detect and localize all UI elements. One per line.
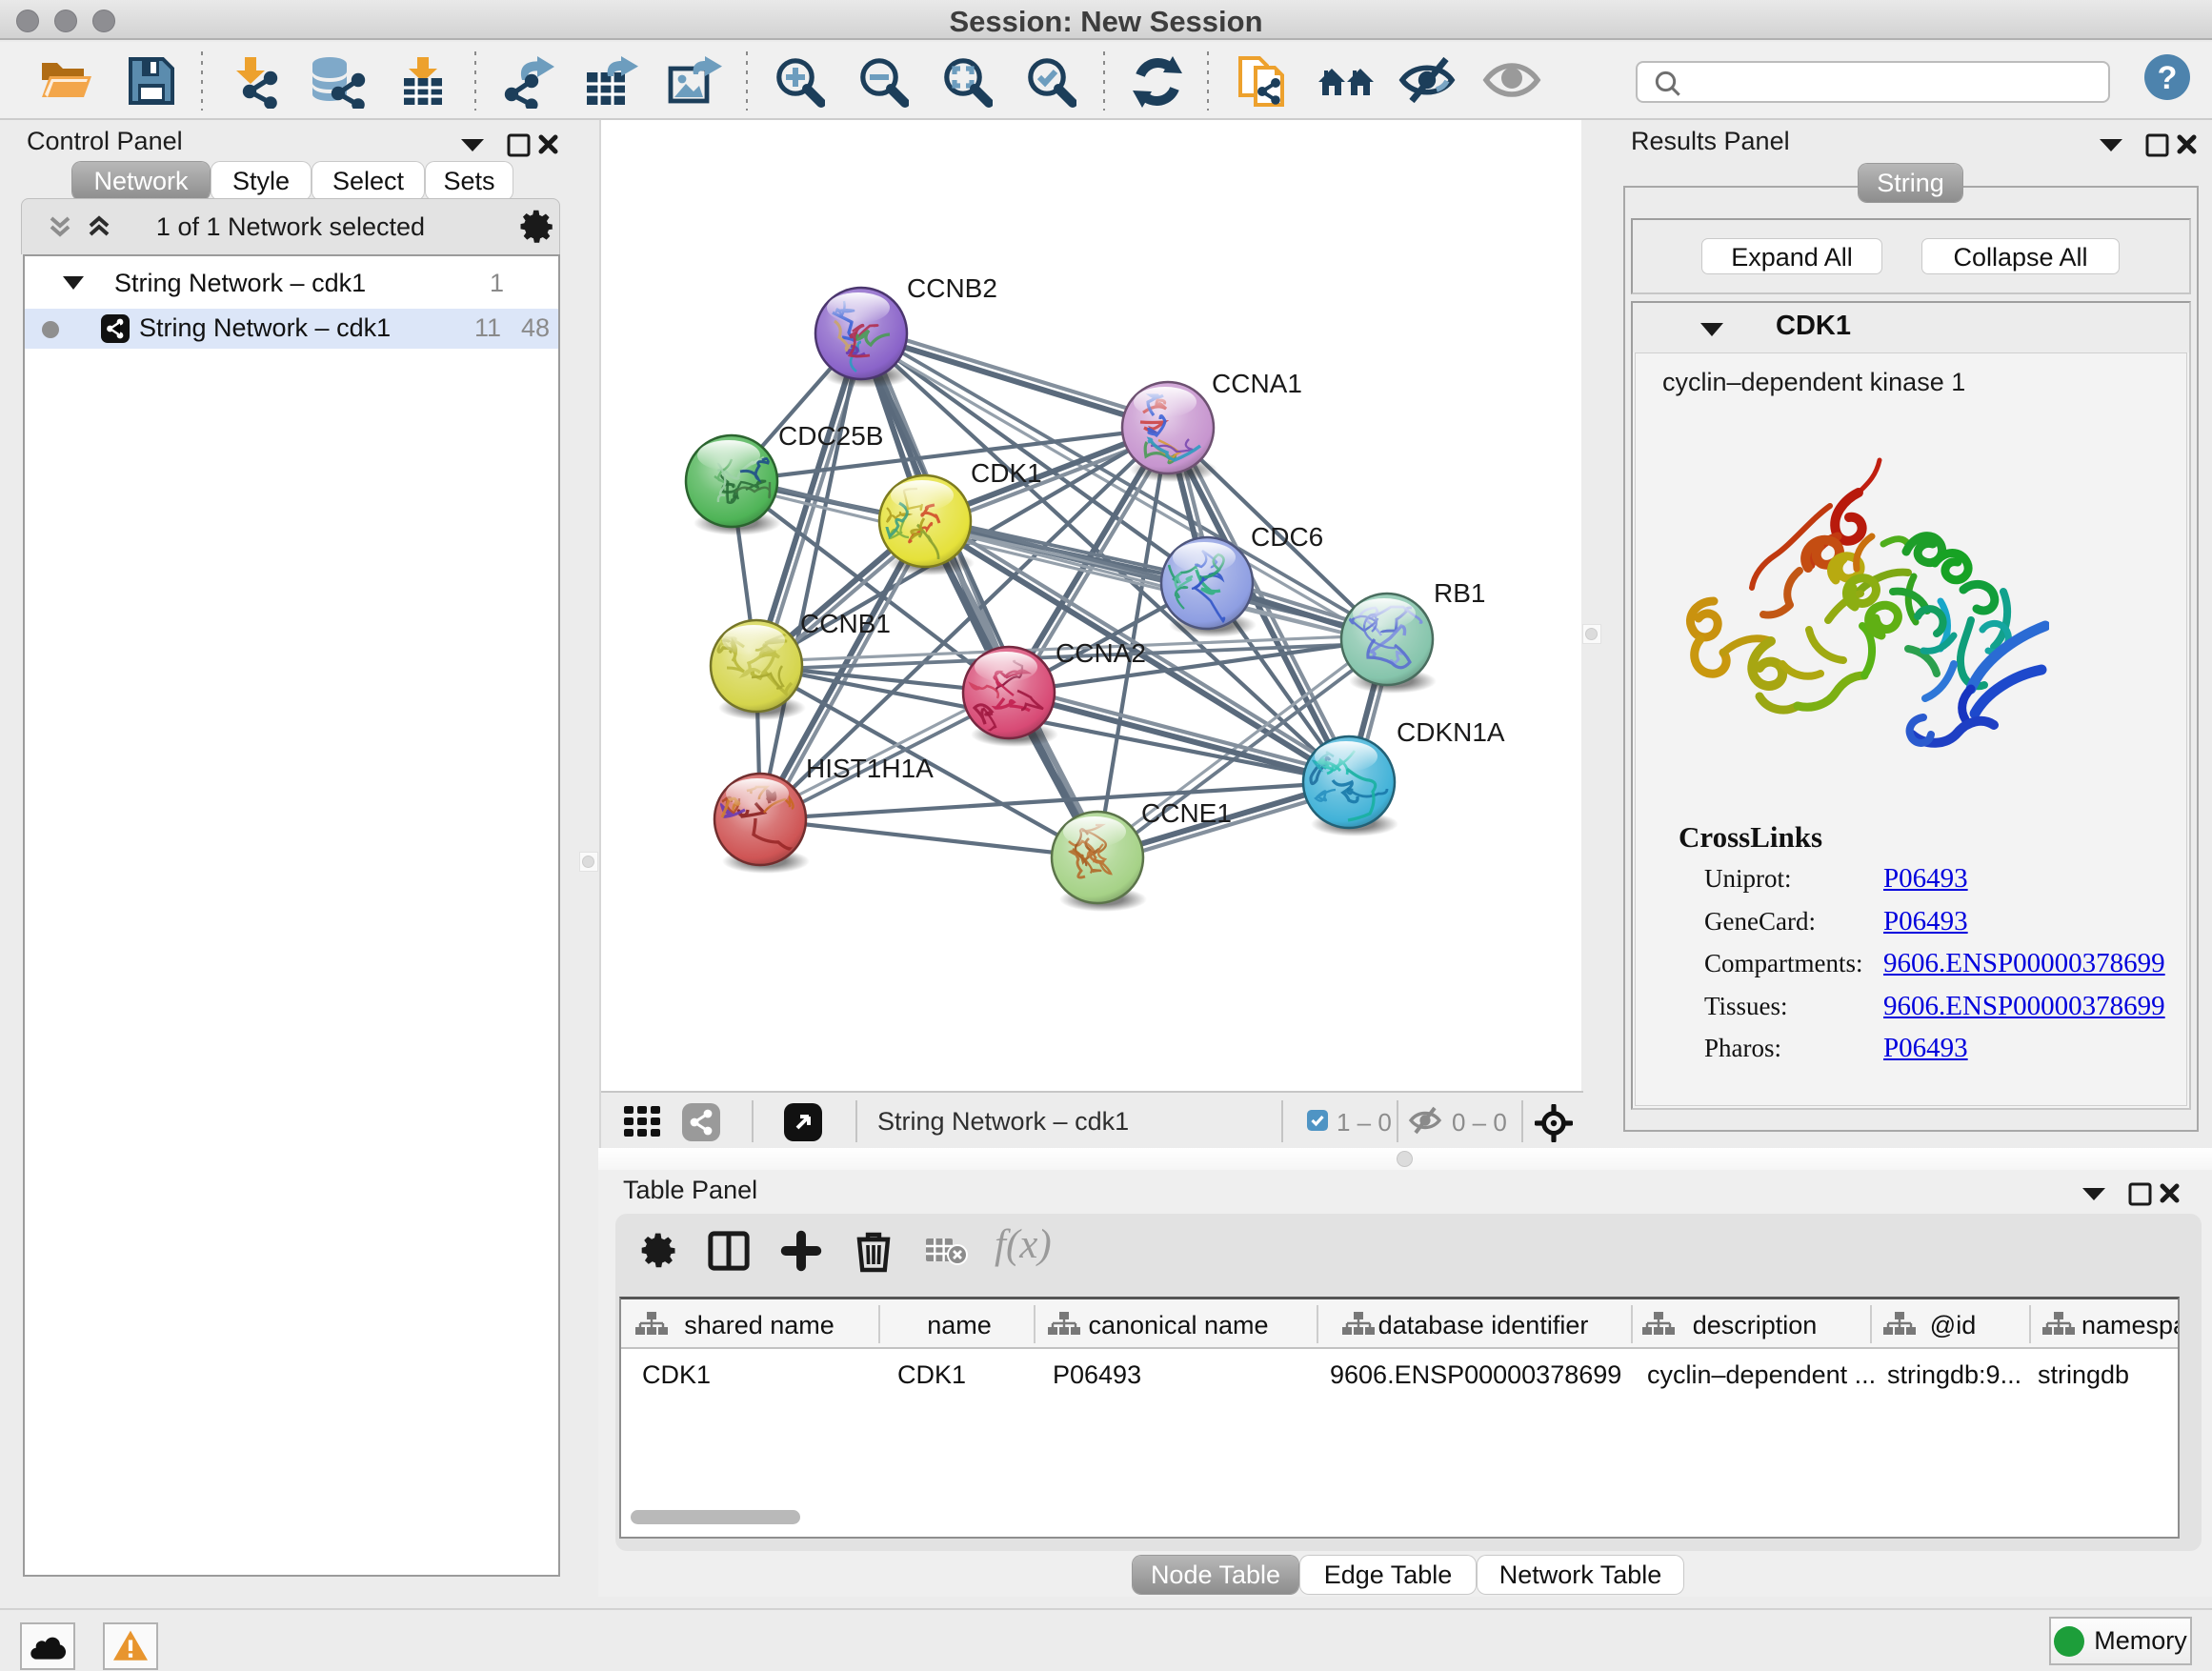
svg-text:CCNA2: CCNA2 (1056, 638, 1146, 668)
svg-text:CCNE1: CCNE1 (1141, 798, 1232, 828)
svg-text:CDKN1A: CDKN1A (1397, 717, 1505, 747)
svg-text:CCNB2: CCNB2 (907, 273, 997, 303)
svg-text:HIST1H1A: HIST1H1A (806, 754, 934, 783)
svg-text:?: ? (2158, 60, 2178, 96)
svg-text:CDC25B: CDC25B (778, 421, 883, 451)
svg-text:CDC6: CDC6 (1251, 522, 1323, 552)
svg-text:CCNA1: CCNA1 (1212, 369, 1302, 398)
svg-text:CCNB1: CCNB1 (800, 609, 891, 638)
svg-text:RB1: RB1 (1434, 578, 1485, 608)
svg-text:CDK1: CDK1 (971, 458, 1042, 488)
